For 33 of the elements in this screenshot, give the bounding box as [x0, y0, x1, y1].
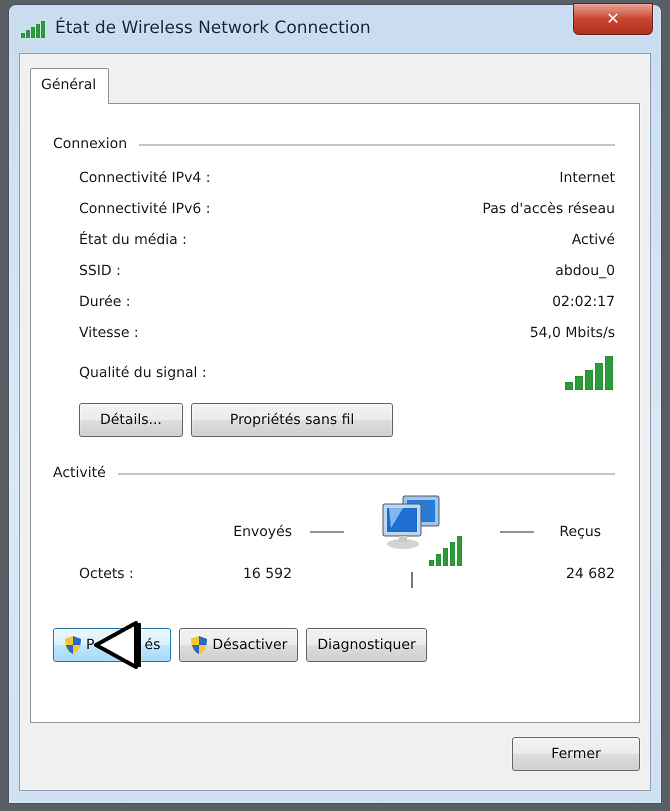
- field-value: Internet: [559, 169, 615, 188]
- column-label: Envoyés: [232, 522, 292, 542]
- details-button[interactable]: Détails...: [79, 403, 183, 437]
- field-label: Connectivité IPv4 :: [79, 169, 210, 188]
- tab[interactable]: Général: [30, 68, 110, 104]
- field-label: Qualité du signal :: [79, 364, 207, 382]
- field-label: SSID :: [79, 262, 121, 281]
- field-value: Pas d'accès réseau: [482, 200, 615, 219]
- field-label: Octets :: [79, 564, 135, 584]
- field-value: 54,0 Mbits/s: [530, 324, 615, 343]
- diagnose-button[interactable]: Diagnostiquer: [306, 628, 427, 662]
- close-dialog-button[interactable]: Fermer: [512, 737, 640, 771]
- field-label: Vitesse :: [79, 324, 139, 343]
- byte-count: 16 592: [242, 564, 292, 584]
- connector-line: [500, 531, 534, 533]
- field-value: 02:02:17: [552, 293, 615, 312]
- section-heading: Connexion: [53, 135, 128, 154]
- column-label: Reçus: [558, 522, 602, 542]
- field-label: Connectivité IPv6 :: [79, 200, 210, 219]
- disable-button[interactable]: Désactiver: [179, 628, 298, 662]
- field-value: abdou_0: [555, 262, 615, 281]
- tick-mark: [411, 572, 413, 588]
- window-title: État de Wireless Network Connection: [55, 16, 371, 40]
- signal-icon: [21, 20, 47, 38]
- section-heading: Activité: [53, 464, 106, 483]
- field-label: État du média :: [79, 230, 187, 250]
- field-label: Durée :: [79, 293, 130, 312]
- field-value: Activé: [572, 231, 615, 250]
- byte-count: 24 682: [565, 564, 615, 584]
- connector-line: [310, 531, 344, 533]
- close-button[interactable]: ✕: [573, 3, 653, 35]
- wireless-properties-button[interactable]: Propriétés sans fil: [190, 403, 394, 437]
- signal-icon: [565, 356, 615, 390]
